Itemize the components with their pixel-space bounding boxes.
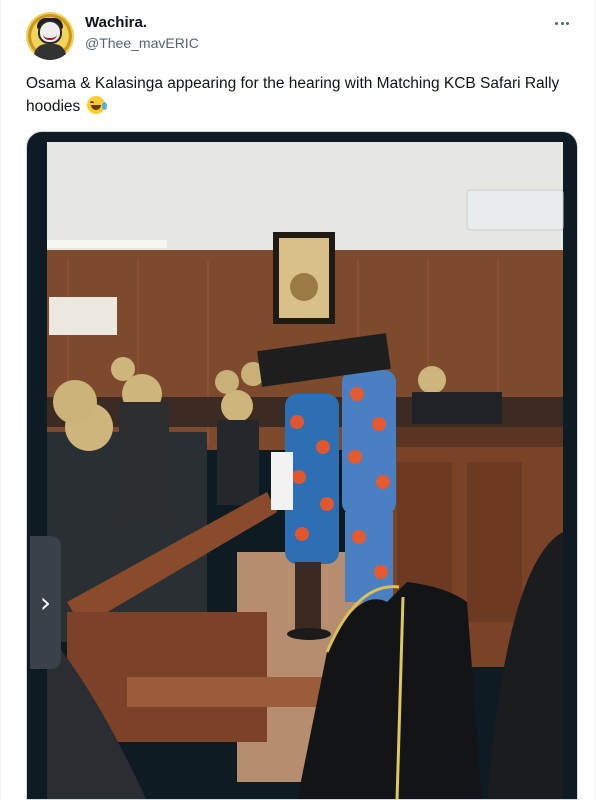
avatar-face [38, 20, 62, 44]
tweet-text: Osama & Kalasinga appearing for the hear… [26, 72, 574, 118]
courtroom-photo [47, 142, 564, 799]
author-info: Wachira. @Thee_mavERIC [85, 13, 199, 53]
more-dot [566, 21, 569, 25]
tweet-photo[interactable] [26, 131, 578, 800]
more-dot [560, 21, 564, 25]
avatar-body [34, 44, 66, 60]
media-next-button[interactable]: › [30, 536, 61, 669]
chevron-right-icon: › [39, 585, 52, 619]
tweet-card: Wachira. @Thee_mavERIC Osama & Kalasinga… [0, 0, 596, 800]
author-handle[interactable]: @Thee_mavERIC [85, 33, 199, 53]
laughing-tears-emoji-icon [86, 96, 107, 114]
author-avatar[interactable] [26, 12, 74, 60]
more-horizontal-icon [555, 21, 558, 25]
more-options-button[interactable] [551, 14, 573, 32]
author-display-name[interactable]: Wachira. [85, 13, 199, 32]
